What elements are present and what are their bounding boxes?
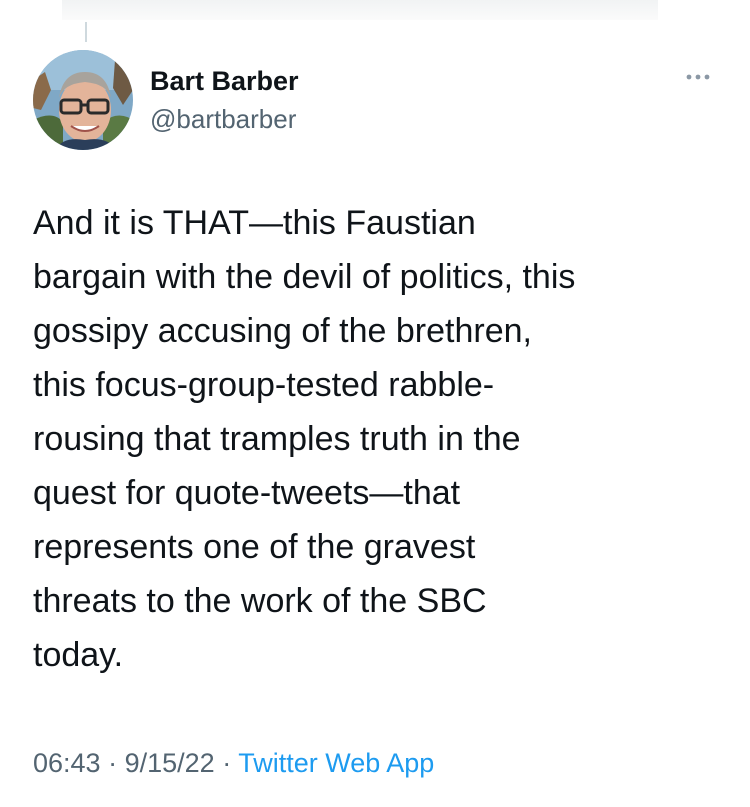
tweet-text: And it is THAT—this Faustian bargain wit…	[33, 196, 733, 682]
tweet-metadata: 06:43 · 9/15/22 · Twitter Web App	[33, 748, 434, 779]
tweet-text-line: this focus-group-tested rabble-	[33, 366, 495, 404]
thread-connector-line	[85, 22, 87, 42]
tweet-date[interactable]: 9/15/22	[125, 748, 215, 778]
tweet-text-line: represents one of the gravest	[33, 528, 476, 566]
tweet-text-line: rousing that tramples truth in the	[33, 420, 521, 458]
avatar-photo	[33, 50, 133, 150]
meta-separator: ·	[108, 748, 118, 778]
tweet-source-link[interactable]: Twitter Web App	[238, 748, 434, 778]
tweet-time[interactable]: 06:43	[33, 748, 101, 778]
meta-separator: ·	[222, 748, 232, 778]
tweet-text-line: gossipy accusing of the brethren,	[33, 312, 532, 350]
previous-tweet-edge	[62, 0, 658, 20]
tweet-text-line: quest for quote-tweets—that	[33, 474, 461, 512]
author-name[interactable]: Bart Barber	[150, 66, 299, 97]
tweet-text-line: bargain with the devil of politics, this	[33, 258, 576, 296]
author-handle[interactable]: @bartbarber	[150, 104, 296, 135]
tweet-text-line: threats to the work of the SBC	[33, 582, 487, 620]
tweet-text-line: And it is THAT—this Faustian	[33, 204, 476, 242]
avatar[interactable]	[33, 50, 133, 150]
more-horizontal-icon	[686, 74, 710, 80]
more-options-button[interactable]	[676, 62, 720, 92]
tweet-text-line: today.	[33, 636, 124, 674]
